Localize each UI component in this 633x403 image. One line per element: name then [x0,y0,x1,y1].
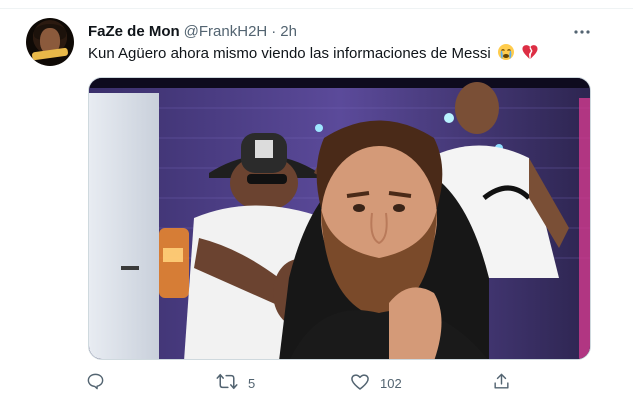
author-handle[interactable]: @FrankH2H [184,23,268,40]
share-icon [492,372,511,394]
avatar[interactable] [26,18,74,66]
author-name[interactable]: FaZe de Mon [88,23,180,40]
retweet-icon [216,372,238,394]
tweet-header: FaZe de Mon @FrankH2H · 2h [88,21,297,41]
crying-face-emoji [497,43,515,67]
retweet-count: 5 [248,375,256,391]
tweet-card[interactable]: FaZe de Mon @FrankH2H · 2h Kun Agüero ah… [0,0,633,403]
like-count: 102 [380,375,402,391]
like-button[interactable]: 102 [350,370,402,396]
tweet-actions: 5 102 [0,370,633,396]
reply-icon [86,372,105,394]
heart-icon [350,372,370,394]
media-illustration [89,78,590,359]
more-options-icon[interactable] [570,20,594,44]
broken-heart-emoji [521,43,539,67]
retweet-button[interactable]: 5 [216,370,255,396]
avatar-band [31,47,69,61]
top-divider [0,8,633,9]
tweet-time[interactable]: 2h [280,23,297,40]
tweet-media-image[interactable] [88,77,591,360]
share-button[interactable] [492,370,521,396]
tweet-text: Kun Agüero ahora mismo viendo las inform… [88,43,539,67]
reply-button[interactable] [86,370,115,396]
separator-dot: · [271,22,277,40]
tweet-text-content: Kun Agüero ahora mismo viendo las inform… [88,45,491,62]
